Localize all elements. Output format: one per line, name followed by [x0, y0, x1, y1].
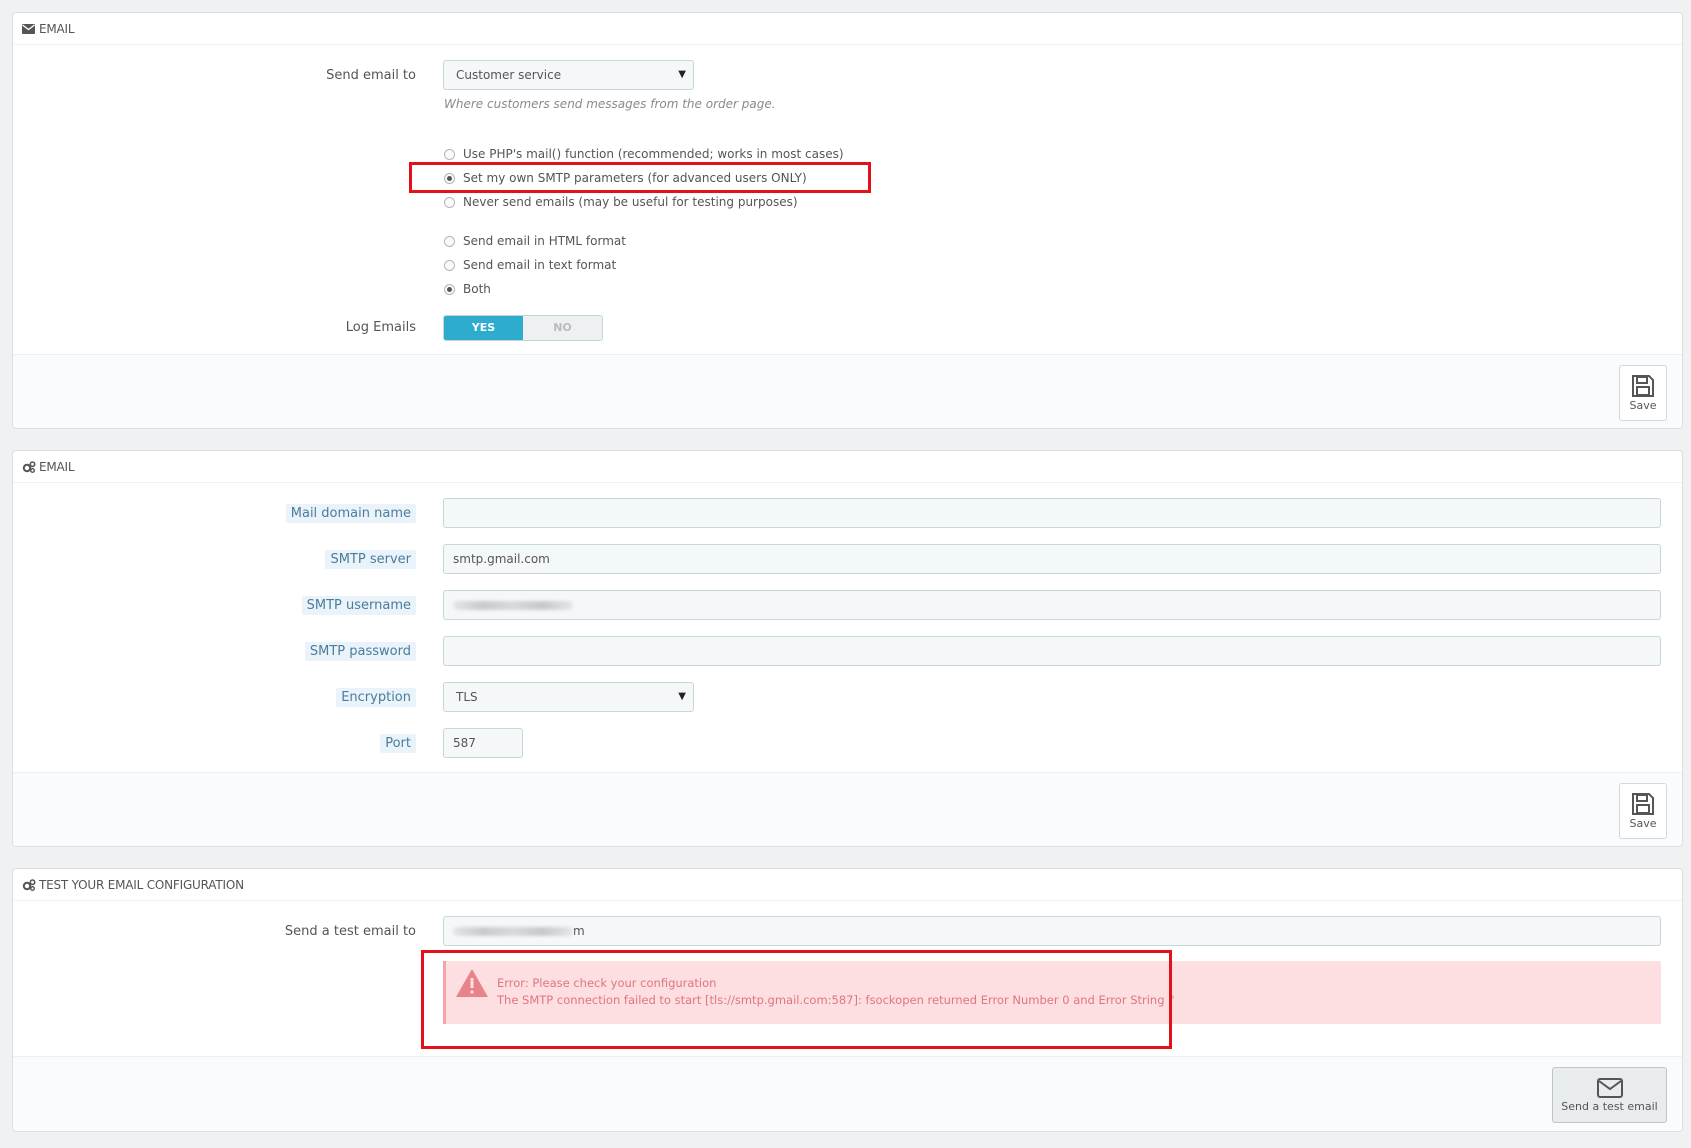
radio-format-html[interactable]: Send email in HTML format [444, 232, 626, 250]
radio-format-both[interactable]: Both [444, 280, 491, 298]
panel-footer: Save [13, 354, 1682, 428]
radio-never-send[interactable]: Never send emails (may be useful for tes… [444, 193, 798, 211]
cogs-icon [22, 460, 36, 473]
port-input[interactable]: 587 [443, 728, 523, 758]
send-test-email-label: Send a test email [1561, 1100, 1658, 1113]
radio-php-mail[interactable]: Use PHP's mail() function (recommended; … [444, 145, 844, 163]
radio-label: Both [463, 282, 491, 296]
send-email-to-help: Where customers send messages from the o… [444, 97, 776, 111]
save-label: Save [1629, 817, 1657, 830]
port-label: Port [380, 734, 416, 753]
log-emails-no[interactable]: NO [523, 316, 602, 340]
send-email-to-select[interactable]: Customer service ▼ [443, 60, 694, 90]
panel-title: EMAIL [39, 21, 75, 36]
send-test-label: Send a test email to [284, 924, 416, 939]
save-label: Save [1629, 399, 1657, 412]
mail-domain-input[interactable] [443, 498, 1661, 528]
send-test-input[interactable]: m [443, 916, 1661, 946]
panel-heading: EMAIL [13, 451, 1682, 483]
panel-heading: EMAIL [13, 13, 1682, 45]
radio-format-text[interactable]: Send email in text format [444, 256, 616, 274]
send-email-to-label: Send email to [326, 68, 416, 83]
envelope-icon [1596, 1078, 1623, 1098]
chevron-down-icon: ▼ [678, 69, 686, 80]
save-button[interactable]: Save [1619, 365, 1667, 421]
redacted-text [453, 927, 573, 936]
log-emails-yes[interactable]: YES [444, 316, 523, 340]
log-emails-label: Log Emails [345, 320, 416, 335]
envelope-icon [22, 23, 36, 35]
radio-label: Use PHP's mail() function (recommended; … [463, 147, 844, 161]
smtp-password-label: SMTP password [304, 642, 416, 661]
encryption-value: TLS [456, 690, 478, 704]
panel-title: EMAIL [39, 459, 75, 474]
smtp-password-input[interactable] [443, 636, 1661, 666]
smtp-username-input[interactable] [443, 590, 1661, 620]
panel-footer: Send a test email [13, 1056, 1682, 1131]
radio-button[interactable] [444, 235, 455, 247]
save-button[interactable]: Save [1619, 783, 1667, 839]
panel-heading: TEST YOUR EMAIL CONFIGURATION [13, 869, 1682, 901]
chevron-down-icon: ▼ [678, 691, 686, 702]
log-emails-switch[interactable]: YES NO [443, 315, 603, 341]
highlight-box [421, 950, 1172, 1049]
panel-footer: Save [13, 772, 1682, 846]
send-test-email-button[interactable]: Send a test email [1552, 1067, 1667, 1123]
highlight-box [409, 162, 871, 193]
smtp-server-input[interactable]: smtp.gmail.com [443, 544, 1661, 574]
encryption-select[interactable]: TLS ▼ [443, 682, 694, 712]
floppy-disk-icon [1632, 375, 1654, 397]
encryption-label: Encryption [336, 688, 416, 707]
radio-button[interactable] [444, 259, 455, 271]
email-settings-panel: EMAIL Send email to Customer service ▼ W… [12, 12, 1683, 429]
radio-label: Never send emails (may be useful for tes… [463, 195, 798, 209]
radio-button[interactable] [444, 196, 455, 208]
radio-label: Send email in HTML format [463, 234, 626, 248]
radio-label: Send email in text format [463, 258, 617, 272]
cogs-icon [22, 878, 36, 891]
radio-button[interactable] [444, 148, 455, 160]
mail-domain-label: Mail domain name [285, 504, 416, 523]
smtp-settings-panel: EMAIL Mail domain name SMTP server smtp.… [12, 450, 1683, 847]
send-test-visible-suffix: m [573, 924, 585, 938]
smtp-server-label: SMTP server [325, 550, 416, 569]
floppy-disk-icon [1632, 793, 1654, 815]
panel-title: TEST YOUR EMAIL CONFIGURATION [39, 877, 244, 892]
smtp-username-label: SMTP username [301, 596, 416, 615]
redacted-text [453, 601, 573, 610]
radio-button[interactable] [444, 283, 455, 295]
send-email-to-value: Customer service [456, 68, 562, 82]
